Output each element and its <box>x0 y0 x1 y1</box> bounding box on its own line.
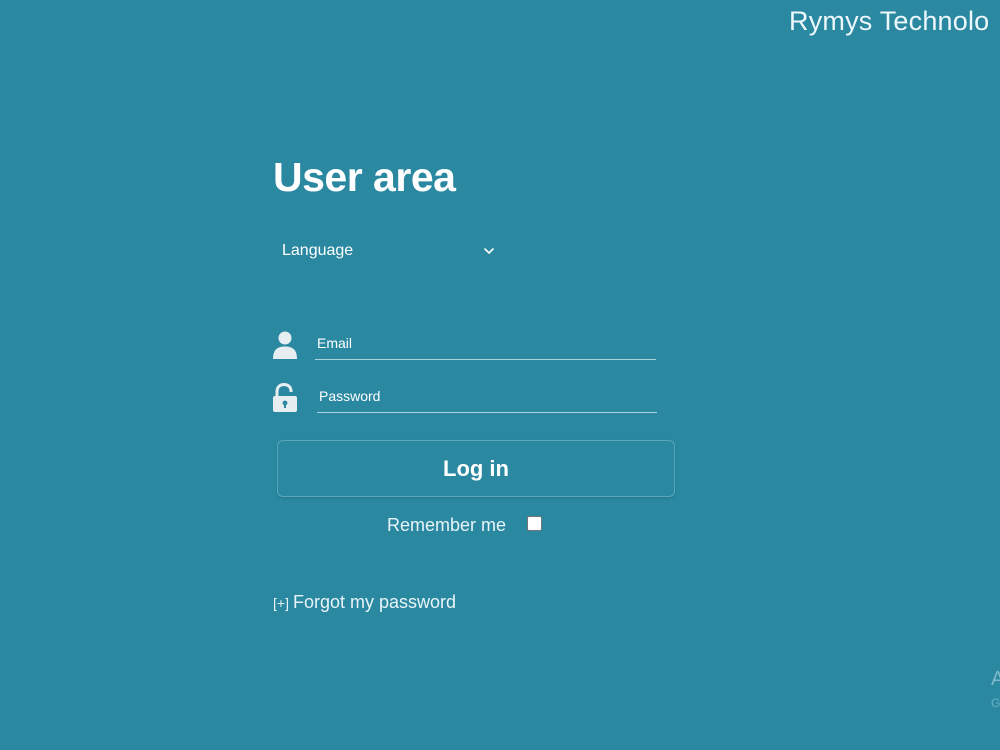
password-field[interactable] <box>317 385 657 413</box>
language-select[interactable]: Language <box>274 236 504 266</box>
brand-name: Rymys Technolo <box>789 6 990 36</box>
email-row <box>272 330 656 360</box>
unlock-icon <box>273 383 297 412</box>
forgot-password-label: Forgot my password <box>292 592 457 612</box>
forgot-password-link[interactable]: [+] Forgot my password <box>273 592 456 613</box>
footer-subtext-fragment: G <box>991 696 1000 710</box>
remember-me-checkbox[interactable] <box>527 516 543 531</box>
user-icon <box>273 331 297 359</box>
chevron-down-icon <box>484 248 494 254</box>
remember-me-label: Remember me <box>387 515 507 535</box>
language-select-label: Language <box>282 242 354 259</box>
page-title: User area <box>273 154 456 200</box>
password-row <box>272 383 657 413</box>
expand-icon: [+] <box>273 595 289 611</box>
login-button[interactable]: Log in <box>277 440 675 497</box>
remember-me: Remember me <box>387 515 543 536</box>
email-field[interactable] <box>315 332 656 360</box>
footer-text-fragment: A <box>991 668 1000 690</box>
